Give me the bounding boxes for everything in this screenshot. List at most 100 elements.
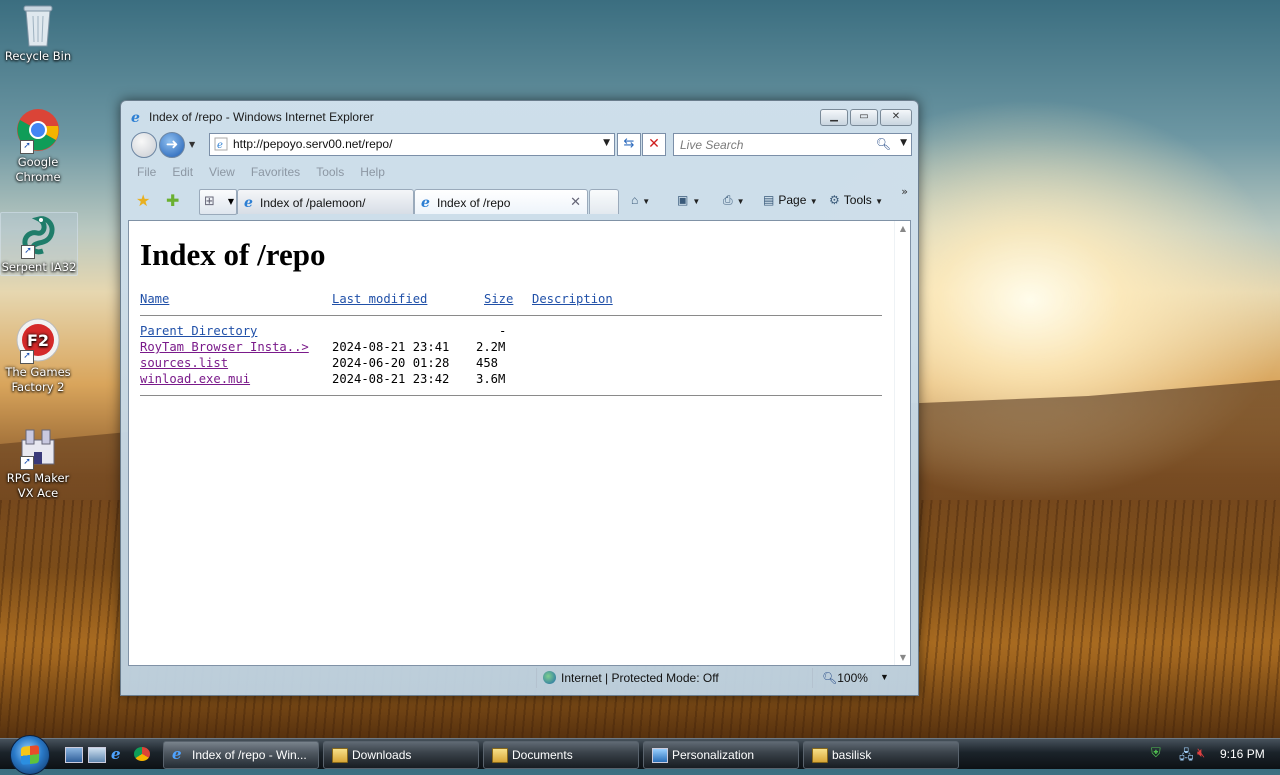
home-dropdown-icon[interactable]: ▼ <box>642 197 650 206</box>
quick-tabs-button[interactable]: ⊞ ▼ <box>199 189 237 215</box>
page-menu-button[interactable]: ▤ Page ▼ <box>763 193 818 207</box>
sort-by-name-link[interactable]: Name <box>140 292 169 306</box>
show-desktop-icon[interactable] <box>65 747 83 763</box>
security-shield-icon[interactable]: ⛨ <box>1151 746 1161 761</box>
refresh-button[interactable]: ⇆ <box>617 133 641 156</box>
scroll-down-icon[interactable]: ▼ <box>900 653 906 662</box>
network-icon[interactable]: 🖧︎ <box>1179 746 1194 768</box>
stop-button[interactable]: ✕ <box>642 133 666 156</box>
tools-menu-button[interactable]: ⚙ Tools ▼ <box>829 193 883 207</box>
search-box[interactable]: 🔍︎ ▼ <box>673 133 912 156</box>
desktop-icon-label: The Games Factory 2 <box>5 365 71 394</box>
recent-pages-dropdown[interactable]: ▼ <box>189 140 195 149</box>
address-bar[interactable]: e http://pepoyo.serv00.net/repo/ ▼ <box>209 133 615 156</box>
svg-text:e: e <box>421 195 430 209</box>
desktop-icon-google-chrome[interactable]: ➚ Google Chrome <box>0 108 76 185</box>
file-link[interactable]: RoyTam Browser Insta..> <box>140 340 309 354</box>
desktop-icon-rpg-maker[interactable]: ➚ RPG Maker VX Ace <box>0 424 76 501</box>
scroll-up-icon[interactable]: ▲ <box>900 224 906 233</box>
tab-list-dropdown[interactable]: ▼ <box>228 197 234 206</box>
new-tab-button[interactable] <box>589 189 619 214</box>
maximize-button[interactable]: ▭ <box>850 109 878 126</box>
sort-by-description-link[interactable]: Description <box>532 292 613 306</box>
page-icon: e <box>214 137 228 151</box>
home-button[interactable]: ⌂ ▼ <box>631 193 650 207</box>
list-item: sources.list 2024-06-20 01:28 458 <box>140 356 498 372</box>
desktop-icon-games-factory[interactable]: F2 ➚ The Games Factory 2 <box>0 318 76 395</box>
taskbar-button-label: Downloads <box>352 748 412 762</box>
parent-directory-link[interactable]: Parent Directory <box>140 324 257 338</box>
search-provider-dropdown[interactable]: ▼ <box>900 138 907 148</box>
chevron-down-icon: ▼ <box>809 197 818 206</box>
menu-edit[interactable]: Edit <box>164 161 201 183</box>
file-link[interactable]: sources.list <box>140 356 228 370</box>
taskbar-button-documents[interactable]: Documents <box>483 741 639 769</box>
vertical-scrollbar[interactable]: ▲ ▼ <box>894 221 910 665</box>
taskbar: e e Index of /repo - Win... Downloads Do… <box>0 735 1280 775</box>
favorites-center-icon[interactable]: ★ <box>136 191 150 210</box>
internet-explorer-icon[interactable]: e <box>111 747 127 762</box>
volume-muted-icon[interactable]: 🔇︎ <box>1197 746 1205 761</box>
zoom-dropdown-icon[interactable]: ▼ <box>880 672 889 682</box>
page-title: Index of /repo <box>140 237 326 272</box>
status-separator <box>536 668 537 688</box>
list-item: RoyTam Browser Insta..> 2024-08-21 23:41… <box>140 340 505 356</box>
menu-view[interactable]: View <box>201 161 243 183</box>
switch-windows-icon[interactable] <box>88 747 106 763</box>
home-icon: ⌂ <box>631 193 639 207</box>
forward-button[interactable]: ➜ <box>159 132 185 158</box>
menu-help[interactable]: Help <box>352 161 393 183</box>
shortcut-arrow-icon: ➚ <box>20 140 34 154</box>
toolbar-overflow-icon[interactable]: » <box>901 185 908 198</box>
gear-icon: ⚙ <box>829 193 840 207</box>
start-button[interactable] <box>10 735 50 775</box>
sort-by-modified-link[interactable]: Last modified <box>332 292 427 306</box>
file-size: - <box>499 324 507 338</box>
navigation-bar: ➜ ▼ e http://pepoyo.serv00.net/repo/ ▼ ⇆… <box>129 131 912 159</box>
taskbar-button-ie[interactable]: e Index of /repo - Win... <box>163 741 319 769</box>
close-button[interactable]: ✕ <box>880 109 912 126</box>
address-dropdown-icon[interactable]: ▼ <box>603 138 610 148</box>
desktop-icon-label: Google Chrome <box>15 155 61 184</box>
minimize-button[interactable]: ▁ <box>820 109 848 126</box>
feeds-button[interactable]: ▣ ▼ <box>677 193 700 207</box>
svg-text:e: e <box>131 110 140 124</box>
file-modified: 2024-08-21 23:41 <box>332 340 450 354</box>
file-modified: 2024-06-20 01:28 <box>332 356 450 370</box>
taskbar-button-personalization[interactable]: Personalization <box>643 741 799 769</box>
window-controls: ▁ ▭ ✕ <box>820 109 912 126</box>
chrome-icon: ➚ <box>16 108 60 154</box>
file-modified: 2024-08-21 23:42 <box>332 372 450 386</box>
rpg-maker-icon: ➚ <box>16 424 60 470</box>
menu-favorites[interactable]: Favorites <box>243 161 308 183</box>
file-size: 458 <box>476 356 499 370</box>
divider <box>140 395 882 396</box>
file-link[interactable]: winload.exe.mui <box>140 372 250 386</box>
zoom-level[interactable]: 🔍︎100% <box>822 671 868 685</box>
close-tab-icon[interactable]: ✕ <box>570 194 581 210</box>
ie-window: e Index of /repo - Windows Internet Expl… <box>120 100 919 696</box>
title-bar[interactable]: e Index of /repo - Windows Internet Expl… <box>121 101 918 131</box>
tab-ie-icon: e <box>420 195 434 211</box>
sort-by-size-link[interactable]: Size <box>484 292 513 306</box>
add-favorites-icon[interactable]: ✚ <box>166 191 179 210</box>
clock[interactable]: 9:16 PM <box>1220 747 1265 761</box>
desktop-icon-recycle-bin[interactable]: Recycle Bin <box>0 2 76 64</box>
security-zone[interactable]: Internet | Protected Mode: Off <box>543 671 719 685</box>
print-dropdown-icon[interactable]: ▼ <box>737 197 745 206</box>
window-title: Index of /repo - Windows Internet Explor… <box>149 110 374 124</box>
tab-repo[interactable]: e Index of /repo ✕ <box>414 189 588 214</box>
desktop-icon-serpent[interactable]: ➚ Serpent IA32 <box>0 212 78 276</box>
menu-file[interactable]: File <box>129 161 164 183</box>
taskbar-button-downloads[interactable]: Downloads <box>323 741 479 769</box>
taskbar-button-basilisk[interactable]: basilisk <box>803 741 959 769</box>
menu-bar: File Edit View Favorites Tools Help <box>129 161 910 183</box>
menu-tools[interactable]: Tools <box>308 161 352 183</box>
tab-palemoon[interactable]: e Index of /palemoon/ <box>237 189 414 214</box>
chrome-quicklaunch-icon[interactable] <box>134 747 150 761</box>
search-icon[interactable]: 🔍︎ <box>876 137 891 151</box>
print-button[interactable]: ⎙ ▼ <box>723 193 745 208</box>
feeds-dropdown-icon[interactable]: ▼ <box>692 197 700 206</box>
back-button[interactable] <box>131 132 157 158</box>
search-input[interactable] <box>678 136 872 154</box>
